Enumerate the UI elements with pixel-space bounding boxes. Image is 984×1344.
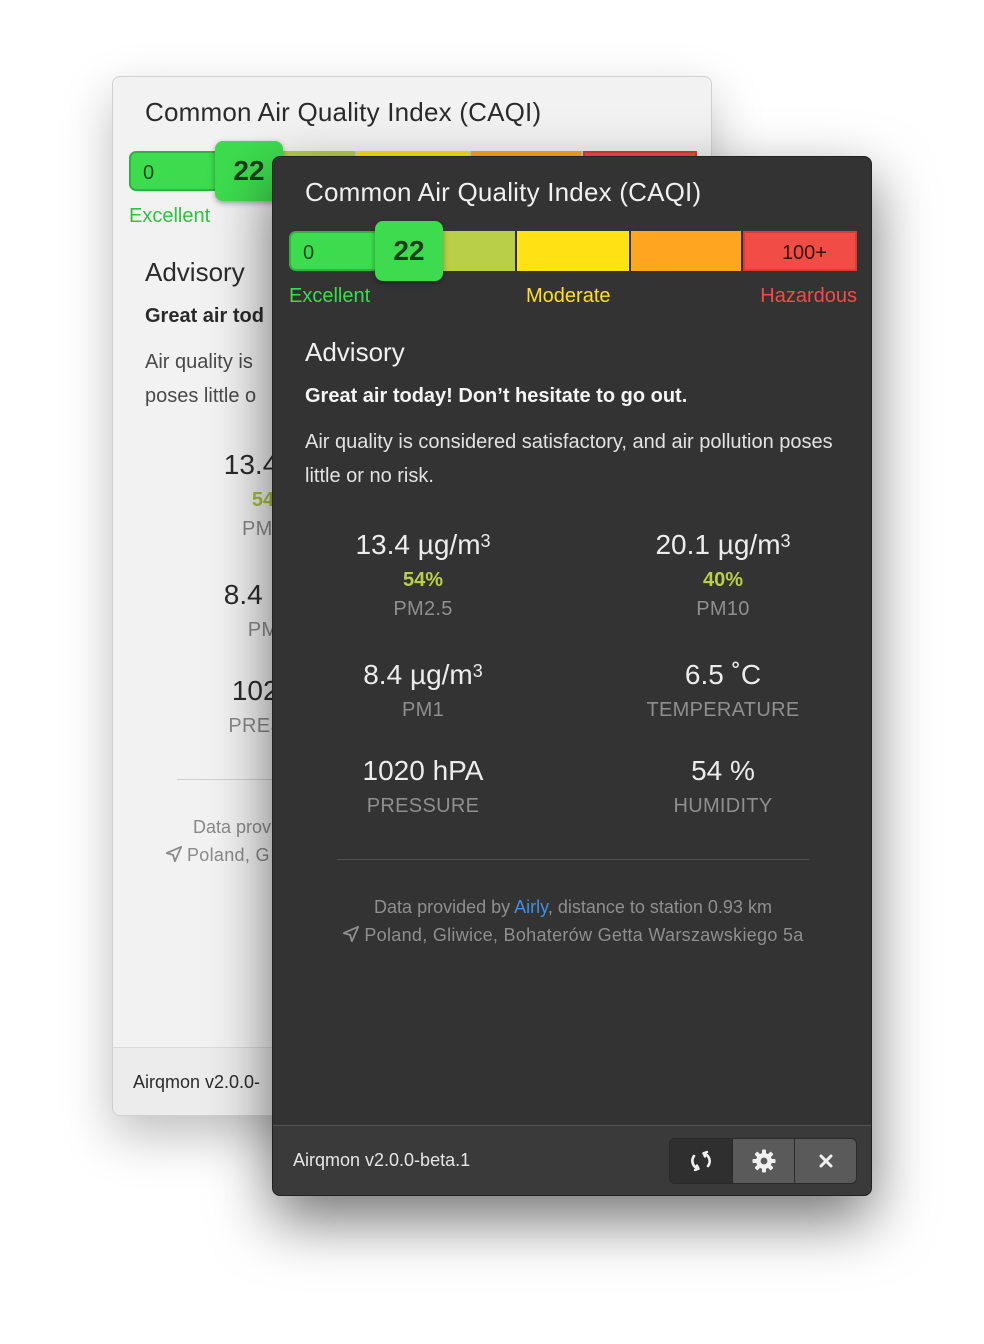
close-button[interactable]	[794, 1139, 856, 1183]
metric-value-exponent: 3	[472, 661, 483, 681]
metric-pm10: 20.1 µg/m3 40% PM10	[573, 527, 871, 621]
metric-percent: 54%	[402, 569, 444, 591]
location-arrow-icon	[343, 925, 360, 943]
metric-pressure: 1020 hPA PRESSURE	[273, 753, 573, 818]
caption-moderate: Moderate	[526, 285, 611, 307]
data-source: Data provided by Airly, distance to stat…	[273, 897, 871, 918]
scale-segment-hazardous: 100+	[743, 231, 857, 271]
scale-max-label: 100+	[781, 242, 827, 264]
metric-value-text: 20.1 µg/m	[655, 529, 781, 560]
metric-percent: 40%	[702, 569, 744, 591]
source-suffix: , distance to station 0.93 km	[547, 897, 772, 917]
advisory-headline: Great air tod	[145, 305, 264, 327]
metric-value-text: 8.4 µg/m	[363, 659, 473, 690]
metric-value-exponent: 3	[480, 531, 491, 551]
address-text: Poland, Gliwice, Bohaterów Getta Warszaw…	[364, 925, 804, 945]
scale-min-label: 0	[303, 242, 315, 264]
caption-excellent: Excellent	[129, 205, 211, 227]
metric-label: PM10	[696, 598, 750, 620]
metric-value: 6.5 ˚C	[684, 659, 762, 690]
station-address: Poland, Gliwice, Bohaterów Getta Warszaw…	[273, 925, 871, 946]
metric-value-text: 13.4 µg/m	[355, 529, 481, 560]
refresh-button[interactable]	[670, 1139, 732, 1183]
window-title: Common Air Quality Index (CAQI)	[305, 177, 702, 207]
metric-label: PM2.5	[393, 598, 453, 620]
metric-label: PRESSURE	[366, 795, 480, 817]
metric-value: 20.1 µg/m3	[573, 527, 871, 563]
metric-value: 1020 hPA	[362, 755, 484, 786]
caqi-marker: 22	[375, 221, 443, 281]
metric-value: 13.4 µg/m3	[273, 527, 573, 563]
metric-label: HUMIDITY	[673, 795, 773, 817]
source-prefix: Data provided by	[374, 897, 515, 917]
metric-pm25: 13.4 µg/m3 54% PM2.5	[273, 527, 573, 621]
metric-value: 8.4 µg/m3	[273, 657, 573, 693]
scale-captions: Excellent Moderate Hazardous	[289, 285, 857, 311]
metric-pm1: 8.4 µg/m3 PM1	[273, 657, 573, 722]
advisory-heading: Advisory	[145, 257, 245, 287]
scale-min-label: 0	[143, 162, 155, 184]
app-version: Airqmon v2.0.0-beta.1	[293, 1150, 471, 1170]
location-arrow-icon	[165, 845, 183, 863]
divider	[337, 859, 809, 860]
advisory-body: Air quality is considered satisfactory, …	[305, 431, 833, 487]
footer: Airqmon v2.0.0-beta.1	[273, 1125, 871, 1195]
address-text: Poland, G	[187, 845, 270, 865]
toolbar-button-group	[669, 1138, 857, 1184]
app-version: Airqmon v2.0.0-	[133, 1072, 261, 1092]
caqi-scale: 0 100+ 22	[289, 221, 857, 281]
advisory-headline: Great air today! Don’t hesitate to go ou…	[305, 385, 688, 407]
metric-label: PM1	[401, 699, 445, 721]
close-icon	[819, 1154, 832, 1168]
window-title: Common Air Quality Index (CAQI)	[145, 97, 542, 127]
scale-segment-poor	[631, 231, 743, 271]
metric-value: 54 %	[691, 755, 755, 786]
advisory-heading: Advisory	[305, 337, 405, 367]
dark-theme-window: Common Air Quality Index (CAQI) 0 100+ 2…	[272, 156, 872, 1196]
caption-hazardous: Hazardous	[760, 285, 857, 307]
caption-excellent: Excellent	[289, 285, 371, 307]
settings-button[interactable]	[732, 1139, 794, 1183]
refresh-icon	[691, 1150, 711, 1172]
gear-icon	[752, 1149, 775, 1173]
metric-humidity: 54 % HUMIDITY	[573, 753, 871, 818]
metric-label: TEMPERATURE	[646, 699, 800, 721]
metric-temperature: 6.5 ˚C TEMPERATURE	[573, 657, 871, 722]
metric-value-exponent: 3	[780, 531, 791, 551]
scale-segment-moderate	[517, 231, 631, 271]
provider-link[interactable]: Airly	[514, 897, 548, 917]
